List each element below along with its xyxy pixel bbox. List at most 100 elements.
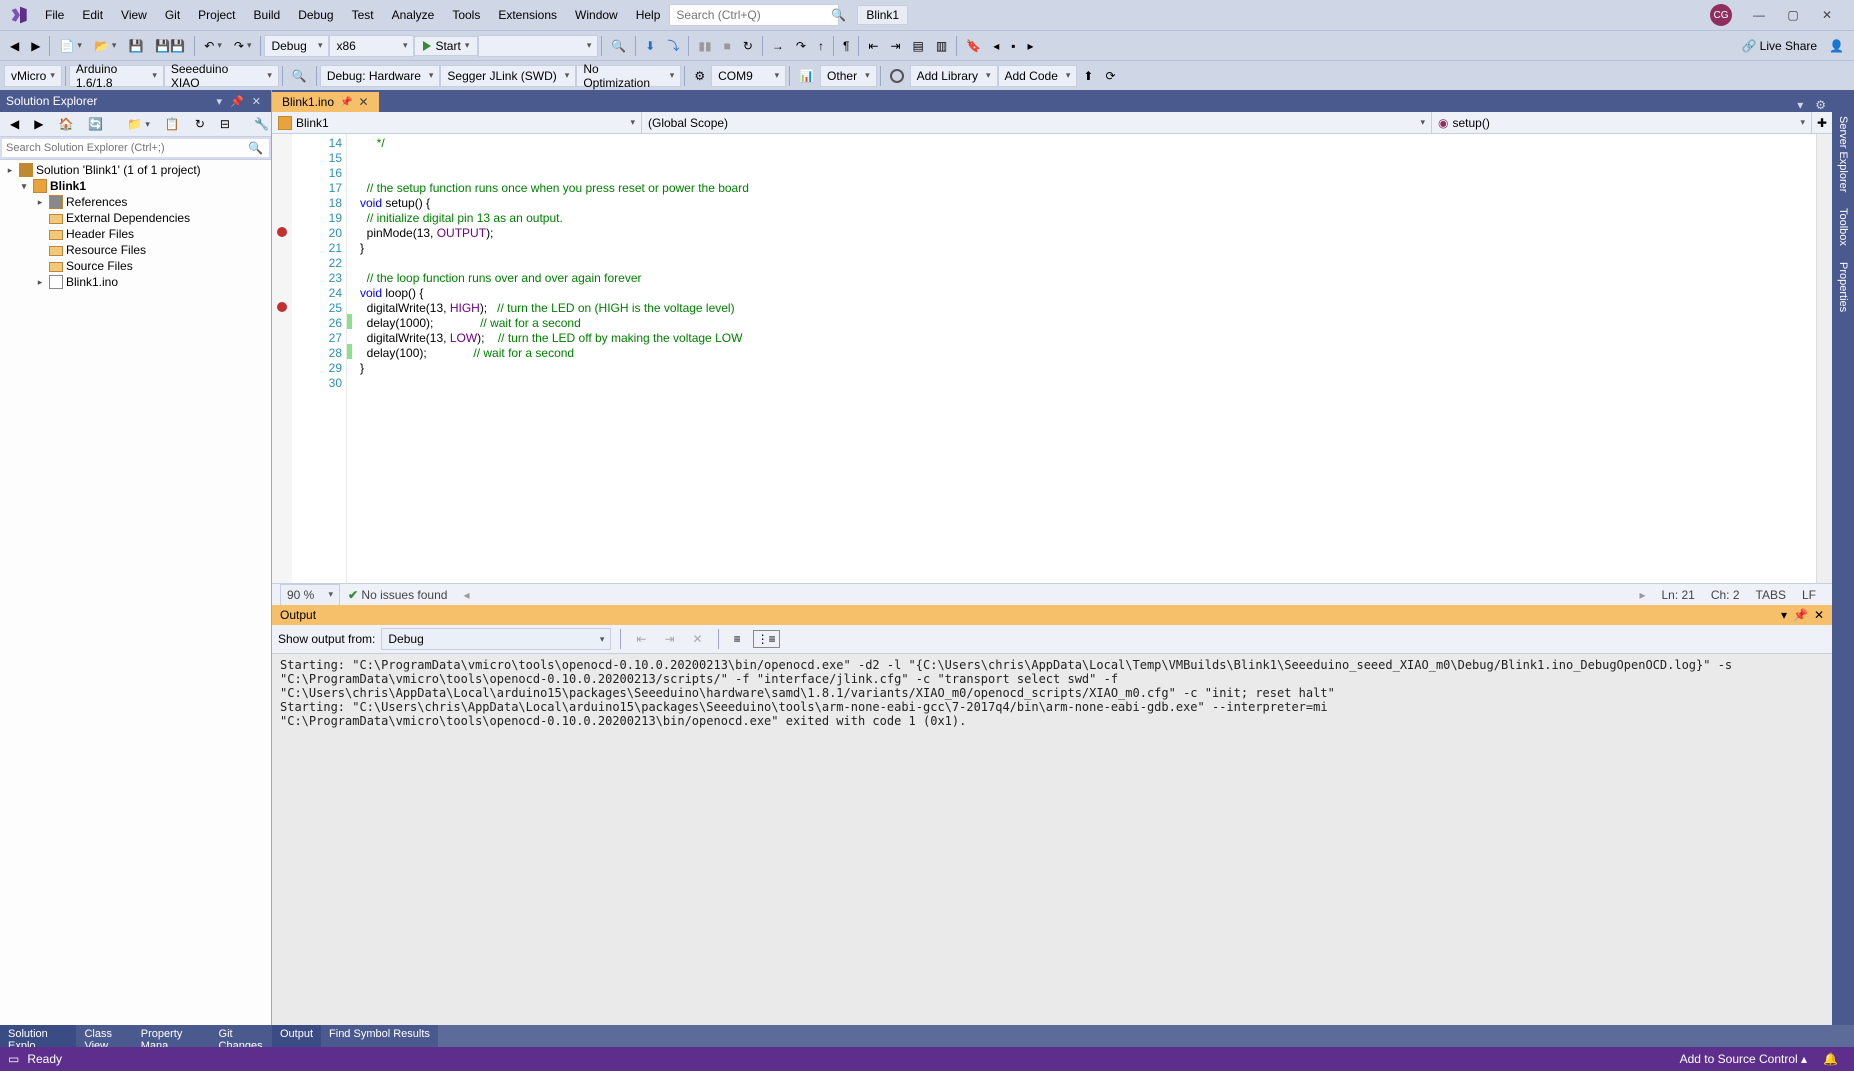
bookmark-next-button[interactable]: ▸ — [1021, 37, 1039, 55]
sol-fwd-button[interactable]: ▶ — [28, 115, 49, 133]
tab-close-icon[interactable]: ✕ — [358, 95, 368, 109]
menu-debug[interactable]: Debug — [289, 6, 342, 24]
vertical-scrollbar[interactable] — [1816, 134, 1832, 583]
tree-node-references[interactable]: ▸References — [0, 194, 271, 210]
vmicro-menu[interactable]: vMicro▾ — [4, 65, 62, 87]
solution-tree[interactable]: ▸Solution 'Blink1' (1 of 1 project) ▾Bli… — [0, 160, 271, 1025]
config-dropdown[interactable]: Debug▾ — [264, 35, 329, 57]
menu-extensions[interactable]: Extensions — [489, 6, 566, 24]
comment-button[interactable]: ▤ — [907, 37, 930, 55]
menu-window[interactable]: Window — [566, 6, 627, 24]
optimization-dropdown[interactable]: No Optimization▾ — [576, 65, 681, 87]
panel-pin-icon[interactable]: 📌 — [1793, 608, 1808, 622]
output-options-button[interactable]: ⋮≡ — [753, 630, 780, 648]
tree-node-file[interactable]: ▸Blink1.ino — [0, 274, 271, 290]
uncomment-button[interactable]: ▥ — [930, 37, 953, 55]
toolbox-tab[interactable]: Toolbox — [1835, 202, 1851, 252]
board-search-button[interactable]: 🔍 — [286, 67, 313, 85]
open-button[interactable]: 📂▾ — [88, 37, 122, 55]
panel-dropdown-icon[interactable]: ▾ — [217, 95, 223, 108]
save-all-button[interactable]: 💾💾 — [149, 37, 191, 55]
output-prev-button[interactable]: ⇤ — [630, 630, 652, 648]
lineending-indicator[interactable]: LF — [1794, 588, 1824, 602]
sol-scope-button[interactable]: 📁▾ — [121, 115, 155, 133]
bookmark-prev-button[interactable]: ◂ — [987, 37, 1005, 55]
properties-tab[interactable]: Properties — [1835, 256, 1851, 318]
close-button[interactable]: ✕ — [1812, 3, 1842, 27]
nav-split-button[interactable]: ✚ — [1812, 112, 1832, 133]
redo-button[interactable]: ↷▾ — [228, 37, 258, 55]
settings-button[interactable] — [884, 67, 910, 85]
bookmark-button[interactable]: 🔖 — [960, 37, 987, 55]
output-tab[interactable]: Output — [272, 1025, 321, 1047]
zoom-dropdown[interactable]: 90 %▾ — [280, 584, 340, 606]
step-over-button[interactable]: ⤵ — [661, 35, 685, 56]
tree-node-header-files[interactable]: Header Files — [0, 226, 271, 242]
solution-explorer-tab[interactable]: Solution Explo… — [0, 1025, 76, 1047]
code-editor[interactable]: 1415161718192021222324252627282930 */ //… — [272, 134, 1832, 583]
menu-view[interactable]: View — [112, 6, 156, 24]
step-into2-button[interactable]: → — [766, 37, 790, 55]
server-explorer-tab[interactable]: Server Explorer — [1835, 110, 1851, 198]
tree-node-external-deps[interactable]: External Dependencies — [0, 210, 271, 226]
search-input[interactable] — [676, 8, 831, 22]
sol-sync-button[interactable]: 🔄 — [82, 115, 109, 133]
debugger-dropdown[interactable]: Segger JLink (SWD)▾ — [440, 65, 576, 87]
breakpoint-icon[interactable] — [277, 227, 287, 237]
add-code-dropdown[interactable]: Add Code▾ — [998, 65, 1078, 87]
solution-search-input[interactable] — [2, 139, 269, 157]
menu-help[interactable]: Help — [627, 6, 670, 24]
output-text[interactable]: Starting: "C:\ProgramData\vmicro\tools\o… — [272, 654, 1832, 1025]
solution-explorer-title[interactable]: Solution Explorer ▾ 📌 ✕ — [0, 90, 271, 112]
maximize-button[interactable]: ▢ — [1778, 3, 1808, 27]
stop-button[interactable]: ■ — [718, 37, 737, 55]
menu-git[interactable]: Git — [156, 6, 189, 24]
tree-node-source-files[interactable]: Source Files — [0, 258, 271, 274]
debug-mode-dropdown[interactable]: Debug: Hardware▾ — [320, 65, 441, 87]
cycle-button[interactable]: ⟳ — [1099, 67, 1121, 85]
user-avatar[interactable]: CG — [1710, 4, 1732, 26]
find-symbol-results-tab[interactable]: Find Symbol Results — [321, 1025, 438, 1047]
live-share-button[interactable]: 🔗 Live Share — [1736, 37, 1823, 55]
char-indicator[interactable]: Ch: 2 — [1703, 588, 1748, 602]
document-tab[interactable]: Blink1.ino 📌 ✕ — [272, 92, 379, 112]
nav-project-dropdown[interactable]: Blink1▾ — [272, 112, 642, 133]
restart-button[interactable]: ↻ — [737, 37, 759, 55]
indent-inc-button[interactable]: ⇥ — [884, 37, 906, 55]
other-dropdown[interactable]: Other▾ — [820, 65, 877, 87]
source-control-button[interactable]: Add to Source Control ▴ — [1672, 1052, 1815, 1066]
nav-back-button[interactable]: ◀ — [4, 37, 25, 55]
menu-edit[interactable]: Edit — [73, 6, 112, 24]
indent-dec-button[interactable]: ⇤ — [862, 37, 884, 55]
output-wrap-button[interactable]: ≡ — [728, 630, 747, 648]
undo-button[interactable]: ↶▾ — [198, 37, 228, 55]
feedback-button[interactable]: 👤 — [1823, 37, 1850, 55]
nav-fwd-button[interactable]: ▶ — [25, 37, 46, 55]
nav-member-dropdown[interactable]: ◉setup()▾ — [1432, 112, 1812, 133]
step-into-button[interactable]: ⬇ — [639, 37, 661, 55]
tab-pin-icon[interactable]: 📌 — [340, 97, 352, 108]
tab-settings-icon[interactable]: ⚙ — [1809, 98, 1832, 112]
serial-monitor-button[interactable]: 📊 — [793, 67, 820, 85]
nav-scope-dropdown[interactable]: (Global Scope)▾ — [642, 112, 1432, 133]
start-button[interactable]: Start▾ — [414, 36, 478, 56]
menu-file[interactable]: File — [36, 6, 73, 24]
menu-test[interactable]: Test — [343, 6, 383, 24]
search-box[interactable]: 🔍 — [669, 4, 839, 26]
menu-analyze[interactable]: Analyze — [383, 6, 444, 24]
panel-dropdown-icon[interactable]: ▾ — [1781, 608, 1787, 622]
breakpoint-icon[interactable] — [277, 302, 287, 312]
indent-indicator[interactable]: TABS — [1748, 588, 1794, 602]
tree-node-resource-files[interactable]: Resource Files — [0, 242, 271, 258]
output-next-button[interactable]: ⇥ — [658, 630, 680, 648]
upload-button[interactable]: ⬆ — [1077, 67, 1099, 85]
property-manager-tab[interactable]: Property Mana… — [133, 1025, 211, 1047]
sol-properties-button[interactable]: 🔧 — [248, 115, 275, 133]
arduino-version-dropdown[interactable]: Arduino 1.6/1.8▾ — [69, 65, 164, 87]
panel-close-icon[interactable]: ✕ — [1814, 608, 1824, 622]
minimize-button[interactable]: — — [1744, 3, 1774, 27]
platform-dropdown[interactable]: x86▾ — [329, 35, 414, 57]
notifications-button[interactable]: 🔔 — [1815, 1052, 1846, 1066]
add-library-dropdown[interactable]: Add Library▾ — [910, 65, 998, 87]
project-node[interactable]: ▾Blink1 — [0, 178, 271, 194]
